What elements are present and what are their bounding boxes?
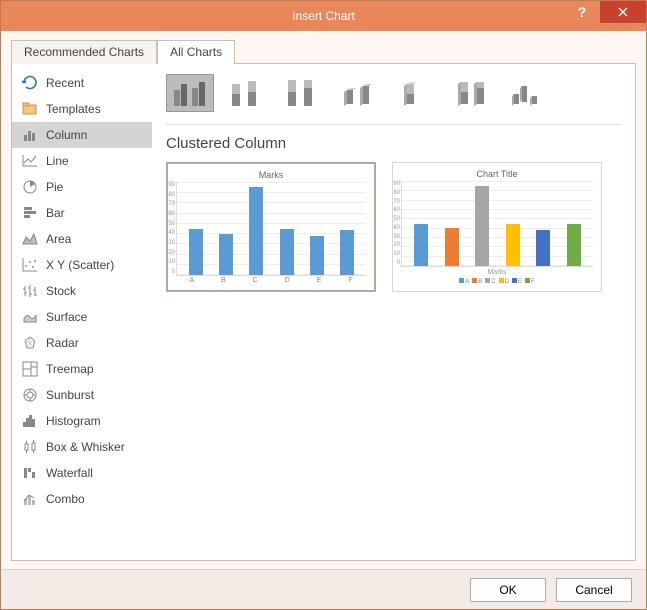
dialog-title: Insert Chart [292, 9, 355, 23]
ok-button[interactable]: OK [470, 578, 546, 602]
subtype-stacked-column[interactable] [222, 74, 270, 112]
preview-chart: 9080706050403020100 [176, 182, 366, 276]
sidebar-item-label: Templates [46, 102, 101, 116]
help-button[interactable]: ? [564, 1, 600, 23]
treemap-icon [22, 361, 38, 377]
sidebar-item-label: Area [46, 232, 71, 246]
radar-icon [22, 335, 38, 351]
box-whisker-icon [22, 439, 38, 455]
stock-icon [22, 283, 38, 299]
dialog-footer: OK Cancel [1, 569, 646, 609]
tab-all-charts[interactable]: All Charts [157, 40, 235, 64]
sidebar-item-label: X Y (Scatter) [46, 258, 114, 272]
subtype-3d-clustered-column[interactable] [334, 74, 382, 112]
sidebar-item-label: Recent [46, 76, 84, 90]
templates-icon [22, 101, 38, 117]
y-axis-labels: 9080706050403020100 [388, 181, 400, 266]
surface-icon [22, 309, 38, 325]
close-button[interactable] [600, 1, 646, 23]
sidebar-item-label: Stock [46, 284, 76, 298]
preview-title: Chart Title [401, 169, 593, 179]
sidebar-item-treemap[interactable]: Treemap [12, 356, 152, 382]
recent-icon [22, 75, 38, 91]
sidebar-item-bar[interactable]: Bar [12, 200, 152, 226]
sidebar-item-label: Sunburst [46, 388, 94, 402]
preview-axis-label: Marks [401, 269, 593, 276]
sidebar-item-label: Treemap [46, 362, 94, 376]
3d-column-icon [506, 78, 546, 108]
sidebar-item-box-whisker[interactable]: Box & Whisker [12, 434, 152, 460]
main-area: Clustered Column Marks 90807060504030201… [152, 64, 635, 560]
subtype-title: Clustered Column [166, 135, 621, 152]
sidebar-item-surface[interactable]: Surface [12, 304, 152, 330]
sidebar-item-label: Column [46, 128, 87, 142]
titlebar-controls: ? [564, 1, 646, 31]
tab-strip: Recommended Charts All Charts [11, 39, 636, 63]
sidebar-item-sunburst[interactable]: Sunburst [12, 382, 152, 408]
cancel-button[interactable]: Cancel [556, 578, 632, 602]
100-stacked-column-icon [282, 78, 322, 108]
close-icon [618, 7, 628, 17]
sidebar-item-label: Histogram [46, 414, 101, 428]
sidebar-item-histogram[interactable]: Histogram [12, 408, 152, 434]
chart-bars [177, 182, 366, 275]
subtype-3d-stacked-column[interactable] [390, 74, 438, 112]
tab-recommended-charts[interactable]: Recommended Charts [11, 40, 157, 64]
sidebar-item-label: Pie [46, 180, 63, 194]
bar-icon [22, 205, 38, 221]
subtype-3d-column[interactable] [502, 74, 550, 112]
preview-title: Marks [176, 170, 366, 180]
sidebar-item-stock[interactable]: Stock [12, 278, 152, 304]
sidebar-item-scatter[interactable]: X Y (Scatter) [12, 252, 152, 278]
sidebar-item-waterfall[interactable]: Waterfall [12, 460, 152, 486]
sidebar-item-label: Combo [46, 492, 85, 506]
subtype-row [166, 74, 621, 125]
chart-preview-1[interactable]: Marks 9080706050403020100 ABCDEF [166, 162, 376, 292]
sidebar-item-label: Line [46, 154, 69, 168]
stacked-column-icon [226, 78, 266, 108]
titlebar: Insert Chart ? [1, 1, 646, 31]
preview-chart: 9080706050403020100 [401, 181, 593, 267]
sidebar-item-combo[interactable]: Combo [12, 486, 152, 512]
chart-bars [402, 181, 593, 266]
preview-row: Marks 9080706050403020100 ABCDEF Chart T… [166, 162, 621, 292]
scatter-icon [22, 257, 38, 273]
sidebar-item-templates[interactable]: Templates [12, 96, 152, 122]
sidebar-item-radar[interactable]: Radar [12, 330, 152, 356]
sidebar-item-pie[interactable]: Pie [12, 174, 152, 200]
waterfall-icon [22, 465, 38, 481]
line-icon [22, 153, 38, 169]
sidebar-item-label: Bar [46, 206, 65, 220]
histogram-icon [22, 413, 38, 429]
y-axis-labels: 9080706050403020100 [163, 182, 175, 275]
area-icon [22, 231, 38, 247]
x-axis-labels: ABCDEF [176, 277, 366, 284]
sunburst-icon [22, 387, 38, 403]
sidebar-item-label: Radar [46, 336, 79, 350]
3d-100-stacked-column-icon [450, 78, 490, 108]
subtype-clustered-column[interactable] [166, 74, 214, 112]
preview-legend: ABCDEF [401, 278, 593, 285]
chart-preview-2[interactable]: Chart Title 9080706050403020100 Marks AB… [392, 162, 602, 292]
subtype-100-stacked-column[interactable] [278, 74, 326, 112]
sidebar-item-recent[interactable]: Recent [12, 70, 152, 96]
3d-stacked-column-icon [394, 78, 434, 108]
tab-panel: Recent Templates Column Line Pie [11, 63, 636, 561]
clustered-column-icon [170, 78, 210, 108]
3d-clustered-column-icon [338, 78, 378, 108]
sidebar-item-area[interactable]: Area [12, 226, 152, 252]
sidebar-item-column[interactable]: Column [12, 122, 152, 148]
sidebar-item-label: Waterfall [46, 466, 93, 480]
chart-type-sidebar: Recent Templates Column Line Pie [12, 64, 152, 560]
column-icon [22, 127, 38, 143]
sidebar-item-label: Box & Whisker [46, 440, 125, 454]
combo-icon [22, 491, 38, 507]
insert-chart-dialog: Insert Chart ? Recommended Charts All Ch… [0, 0, 647, 610]
sidebar-item-label: Surface [46, 310, 87, 324]
dialog-body: Recommended Charts All Charts Recent Tem… [1, 31, 646, 569]
subtype-3d-100-stacked-column[interactable] [446, 74, 494, 112]
sidebar-item-line[interactable]: Line [12, 148, 152, 174]
pie-icon [22, 179, 38, 195]
